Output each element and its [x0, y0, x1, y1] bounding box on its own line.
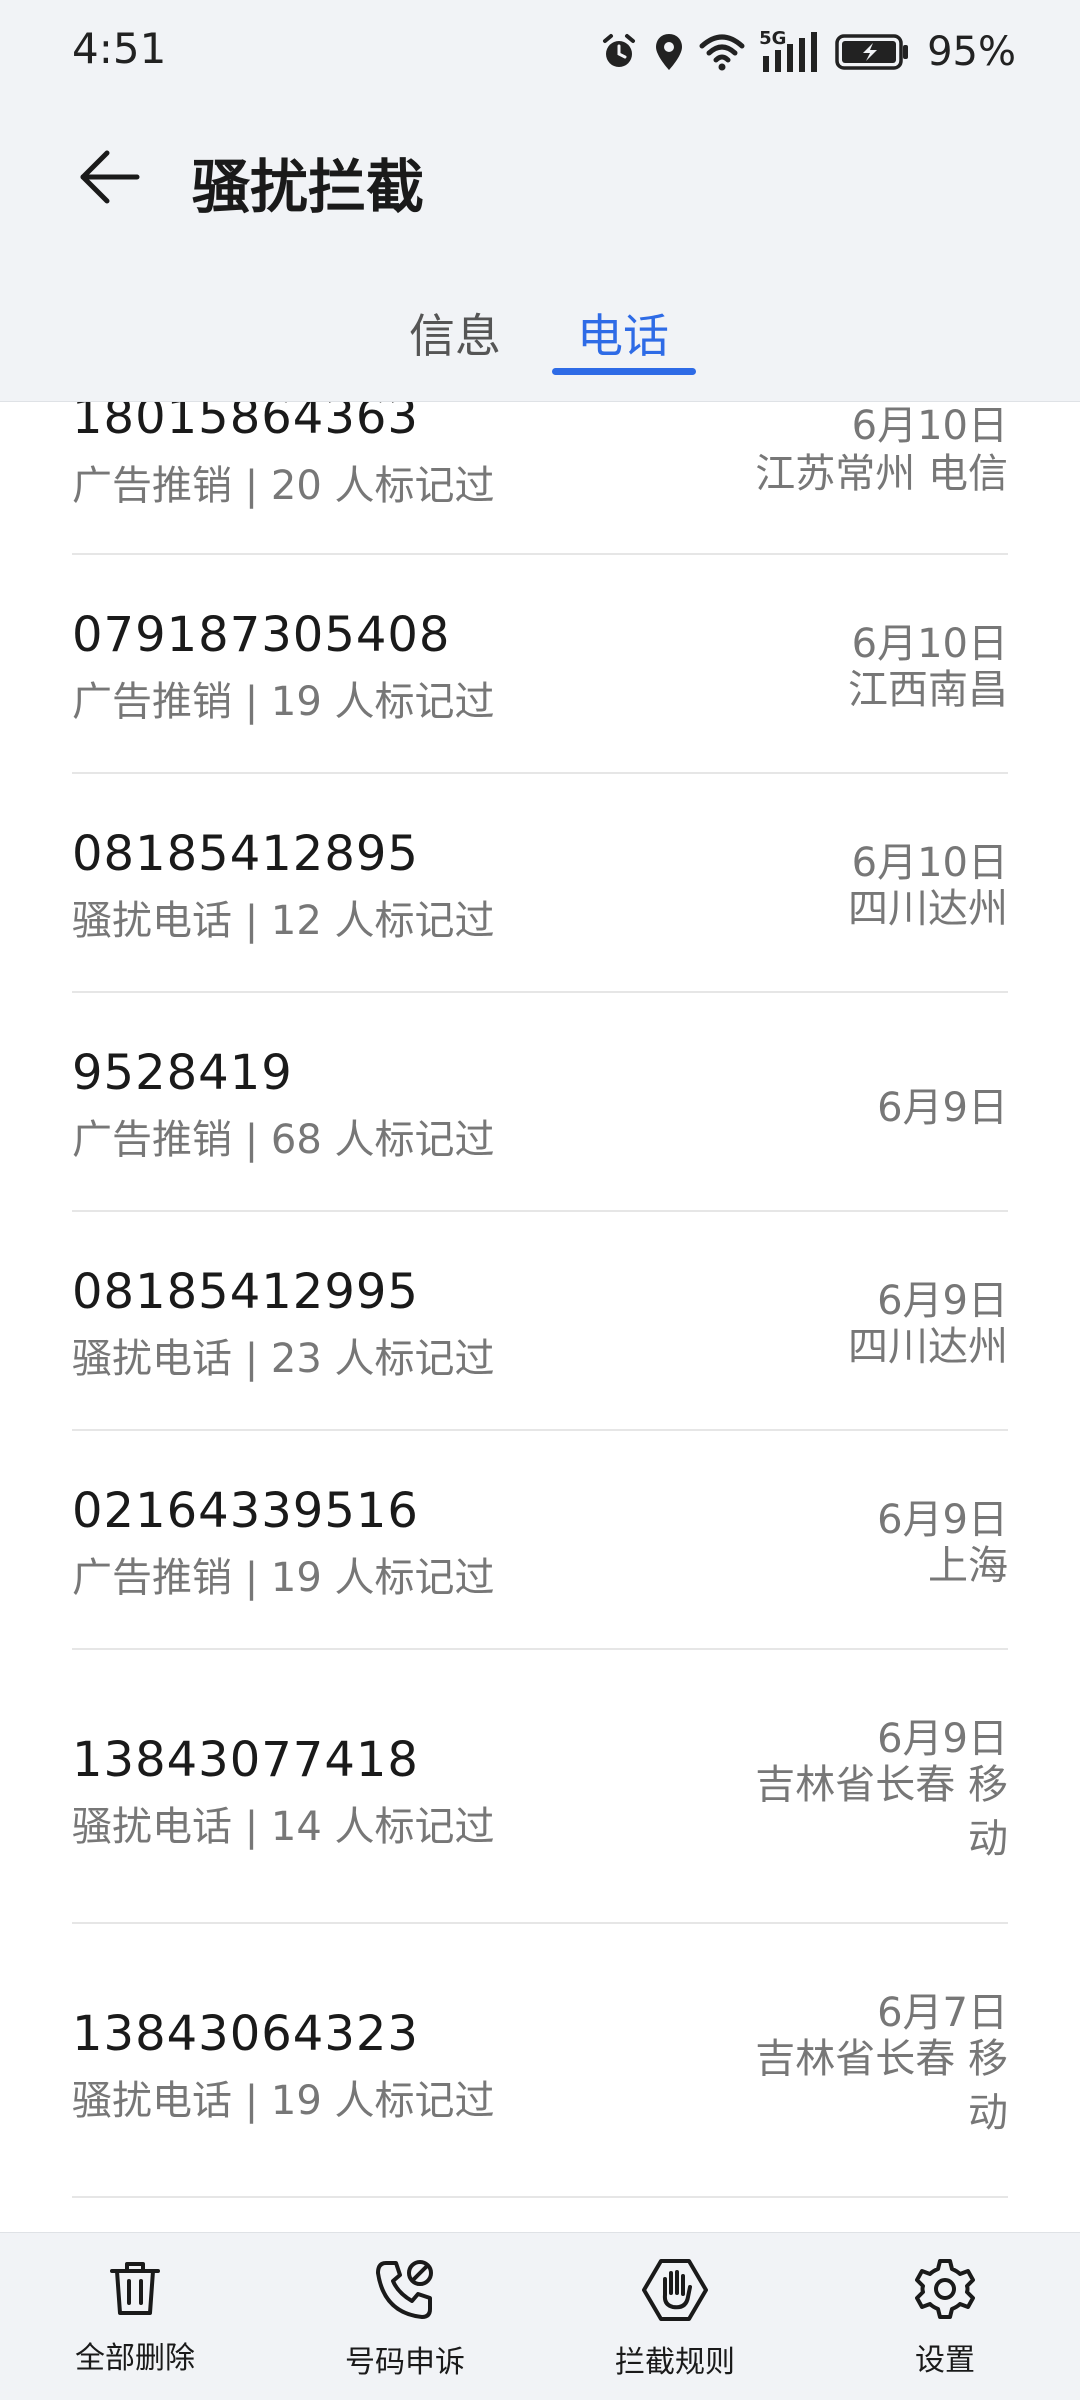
call-row[interactable]: 02164339516 广告推销 | 19 人标记过 6月9日 上海: [72, 1431, 1008, 1650]
gear-icon: [915, 2259, 975, 2319]
header-area: 4:51 5G 95% 骚扰拦截 信息 电话: [0, 0, 1080, 402]
call-tag: 广告推销 | 19 人标记过: [72, 679, 495, 725]
call-date: 6月9日: [877, 1278, 1008, 1324]
page-title: 骚扰拦截: [192, 153, 425, 221]
active-tab-indicator: [552, 368, 696, 375]
call-tag: 骚扰电话 | 12 人标记过: [72, 898, 495, 944]
phone-number: 079187305408: [72, 607, 451, 663]
signal-icon: 5G: [759, 28, 821, 74]
settings-label: 设置: [915, 2343, 975, 2378]
phone-number: 13843077418: [72, 1732, 419, 1788]
call-date: 6月7日: [877, 1990, 1008, 2036]
call-tag: 广告推销 | 20 人标记过: [72, 463, 495, 509]
blocked-call-list[interactable]: 18015864363 广告推销 | 20 人标记过 6月10日 江苏常州 电信…: [72, 335, 1008, 2198]
phone-number: 08185412995: [72, 1264, 419, 1320]
alarm-icon: [599, 32, 639, 72]
call-location: 上海: [928, 1543, 1008, 1589]
call-row[interactable]: 08185412895 骚扰电话 | 12 人标记过 6月10日 四川达州: [72, 774, 1008, 993]
back-button[interactable]: [64, 132, 154, 222]
call-row[interactable]: 13843064323 骚扰电话 | 19 人标记过 6月7日 吉林省长春 移动: [72, 1924, 1008, 2198]
phone-number: 08185412895: [72, 826, 419, 882]
call-row[interactable]: 13843077418 骚扰电话 | 14 人标记过 6月9日 吉林省长春 移动: [72, 1650, 1008, 1924]
battery-level: 95%: [927, 29, 1016, 75]
delete-all-button[interactable]: 全部删除: [35, 2257, 235, 2387]
settings-button[interactable]: 设置: [845, 2257, 1045, 2387]
call-location: 四川达州: [848, 1324, 1008, 1370]
call-location: 吉林省长春 移动: [755, 1762, 1008, 1862]
block-rules-button[interactable]: 拦截规则: [575, 2257, 775, 2387]
call-tag: 广告推销 | 19 人标记过: [72, 1555, 495, 1601]
location-icon: [653, 32, 685, 72]
call-location: 四川达州: [848, 886, 1008, 932]
number-appeal-button[interactable]: 号码申诉: [305, 2257, 505, 2387]
call-date: 6月10日: [851, 840, 1008, 886]
block-rules-label: 拦截规则: [615, 2345, 735, 2380]
call-date: 6月9日: [877, 1497, 1008, 1543]
arrow-left-icon: [80, 150, 140, 204]
call-tag: 广告推销 | 68 人标记过: [72, 1117, 495, 1163]
call-row[interactable]: 9528419 广告推销 | 68 人标记过 6月9日: [72, 993, 1008, 1212]
call-tag: 骚扰电话 | 14 人标记过: [72, 1804, 495, 1850]
call-row[interactable]: 08185412995 骚扰电话 | 23 人标记过 6月9日 四川达州: [72, 1212, 1008, 1431]
phone-appeal-icon: [376, 2260, 433, 2319]
phone-number: 02164339516: [72, 1483, 419, 1539]
call-date: 6月9日: [877, 1716, 1008, 1762]
call-tag: 骚扰电话 | 19 人标记过: [72, 2078, 495, 2124]
status-bar: 4:51 5G 95%: [0, 0, 1080, 100]
number-appeal-label: 号码申诉: [345, 2345, 465, 2380]
block-rules-icon: [642, 2259, 708, 2321]
tab-calls[interactable]: 电话: [548, 300, 698, 390]
call-location: 吉林省长春 移动: [755, 2036, 1008, 2136]
delete-all-label: 全部删除: [75, 2341, 195, 2376]
call-location: 江苏常州 电信: [755, 451, 1008, 497]
trash-icon: [110, 2262, 160, 2315]
call-date: 6月9日: [877, 1085, 1008, 1131]
call-date: 6月10日: [851, 621, 1008, 667]
bottom-action-bar: 全部删除 号码申诉 拦截规则 设置: [0, 2232, 1080, 2400]
title-bar: 骚扰拦截: [0, 120, 1080, 230]
tab-bar: 信息 电话: [0, 290, 1080, 402]
call-location: 江西南昌: [848, 667, 1008, 713]
call-tag: 骚扰电话 | 23 人标记过: [72, 1336, 495, 1382]
status-icons: 5G 95%: [599, 24, 1016, 80]
wifi-icon: [699, 32, 745, 72]
battery-icon: [835, 32, 911, 72]
tab-messages[interactable]: 信息: [380, 300, 530, 390]
status-time: 4:51: [72, 24, 167, 73]
call-row[interactable]: 079187305408 广告推销 | 19 人标记过 6月10日 江西南昌: [72, 555, 1008, 774]
phone-number: 9528419: [72, 1045, 293, 1101]
phone-number: 13843064323: [72, 2006, 419, 2062]
